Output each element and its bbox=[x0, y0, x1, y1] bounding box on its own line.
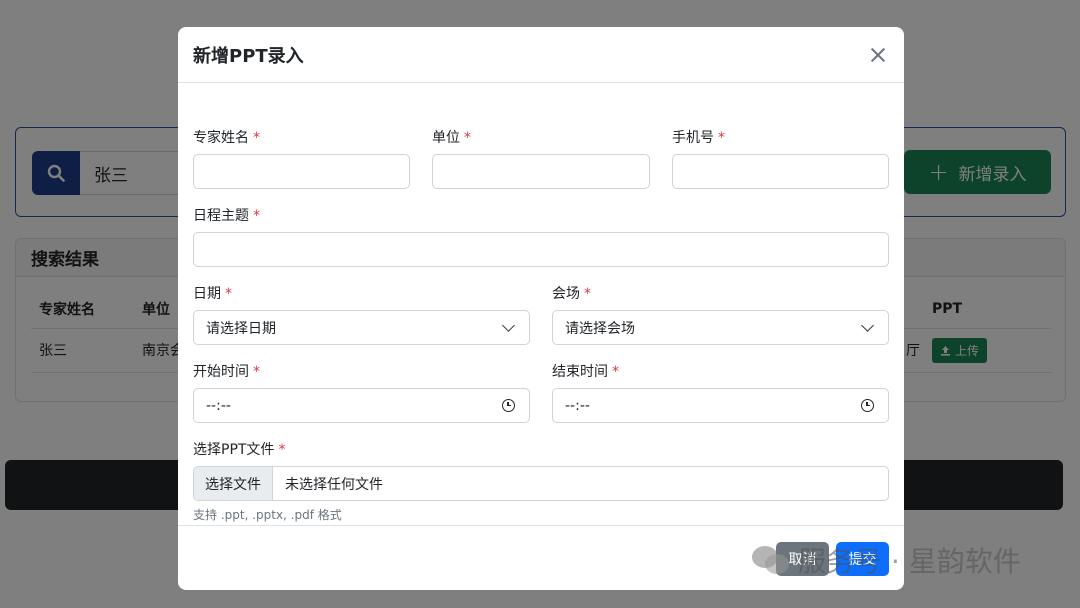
clock-icon[interactable] bbox=[861, 399, 874, 412]
close-icon[interactable] bbox=[866, 43, 890, 67]
topic-label: 日程主题 * bbox=[193, 208, 260, 224]
date-select[interactable]: 请选择日期 bbox=[193, 310, 530, 345]
date-label: 日期 * bbox=[193, 286, 232, 302]
phone-input[interactable] bbox=[672, 154, 889, 189]
unit-input[interactable] bbox=[432, 154, 650, 189]
chevron-down-icon bbox=[502, 318, 515, 332]
chevron-down-icon bbox=[861, 318, 874, 332]
venue-label: 会场 * bbox=[552, 286, 591, 302]
modal-header: 新增PPT录入 bbox=[178, 27, 904, 83]
venue-select[interactable]: 请选择会场 bbox=[552, 310, 889, 345]
end-time-value: --:-- bbox=[565, 397, 590, 414]
modal-title: 新增PPT录入 bbox=[193, 45, 304, 67]
add-ppt-modal: 新增PPT录入 专家姓名 * 单位 * 手机号 * 日程主题 * 日期 * 请选择日期 bbox=[178, 27, 904, 590]
unit-label: 单位 * bbox=[432, 130, 471, 146]
end-time-label: 结束时间 * bbox=[552, 364, 619, 380]
expert-name-label: 专家姓名 * bbox=[193, 130, 260, 146]
clock-icon[interactable] bbox=[502, 399, 515, 412]
venue-select-value: 请选择会场 bbox=[565, 320, 635, 337]
file-status: 未选择任何文件 bbox=[285, 476, 383, 493]
cancel-button[interactable]: 取消 bbox=[776, 542, 829, 576]
date-select-value: 请选择日期 bbox=[206, 320, 276, 337]
end-time-input[interactable]: --:-- bbox=[552, 388, 889, 423]
phone-label: 手机号 * bbox=[672, 130, 725, 146]
file-format-help: 支持 .ppt, .pptx, .pdf 格式 bbox=[193, 508, 342, 522]
start-time-value: --:-- bbox=[206, 397, 231, 414]
modal-footer: 取消 提交 bbox=[178, 525, 904, 590]
choose-file-button[interactable]: 选择文件 bbox=[194, 467, 273, 500]
start-time-label: 开始时间 * bbox=[193, 364, 260, 380]
ppt-file-label: 选择PPT文件 * bbox=[193, 442, 286, 458]
ppt-file-input[interactable]: 选择文件 未选择任何文件 bbox=[193, 466, 889, 501]
start-time-input[interactable]: --:-- bbox=[193, 388, 530, 423]
topic-input[interactable] bbox=[193, 232, 889, 267]
expert-name-input[interactable] bbox=[193, 154, 410, 189]
submit-button[interactable]: 提交 bbox=[836, 542, 889, 576]
